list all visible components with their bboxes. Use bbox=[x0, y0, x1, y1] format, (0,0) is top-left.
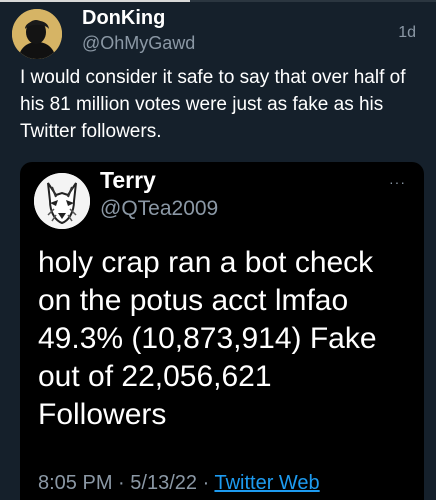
author-avatar[interactable] bbox=[12, 9, 62, 59]
quoted-tweet-line: on the potus acct lmfao bbox=[38, 284, 349, 317]
quoted-tweet-text: holy crap ran a bot check on the potus a… bbox=[38, 244, 414, 434]
tweet-screen: DonKing @OhMyGawd 1d I would consider it… bbox=[0, 0, 436, 500]
quoted-tweet-card[interactable]: Terry @QTea2009 ··· holy crap ran a bot … bbox=[20, 162, 424, 500]
author-handle[interactable]: @OhMyGawd bbox=[82, 32, 195, 54]
author-avatar-image bbox=[12, 9, 62, 59]
more-options-icon[interactable]: ··· bbox=[389, 174, 406, 190]
meta-separator: · bbox=[202, 472, 210, 494]
quoted-author-handle[interactable]: @QTea2009 bbox=[100, 196, 218, 222]
quoted-tweet-line: Followers bbox=[38, 398, 167, 431]
quoted-tweet-date[interactable]: 5/13/22 bbox=[130, 472, 197, 494]
quoted-tweet-line: 49.3% (10,873,914) Fake bbox=[38, 322, 377, 355]
tweet-source-link[interactable]: Twitter Web bbox=[214, 472, 319, 494]
quoted-author-avatar[interactable] bbox=[34, 173, 90, 229]
quoted-tweet-time[interactable]: 8:05 PM bbox=[38, 472, 112, 494]
quoted-tweet-line: holy crap ran a bot check bbox=[38, 246, 374, 279]
quoted-tweet-meta: 8:05 PM · 5/13/22 · Twitter Web bbox=[38, 471, 320, 495]
quoted-tweet-line: out of 22,056,621 bbox=[38, 360, 272, 393]
meta-separator: · bbox=[118, 472, 125, 494]
tweet-timestamp[interactable]: 1d bbox=[398, 24, 416, 42]
quoted-author-name[interactable]: Terry bbox=[100, 166, 156, 194]
author-name[interactable]: DonKing bbox=[82, 6, 165, 30]
tweet-text: I would consider it safe to say that ove… bbox=[20, 67, 406, 142]
quoted-author-avatar-image bbox=[34, 173, 90, 229]
top-divider bbox=[0, 0, 436, 2]
